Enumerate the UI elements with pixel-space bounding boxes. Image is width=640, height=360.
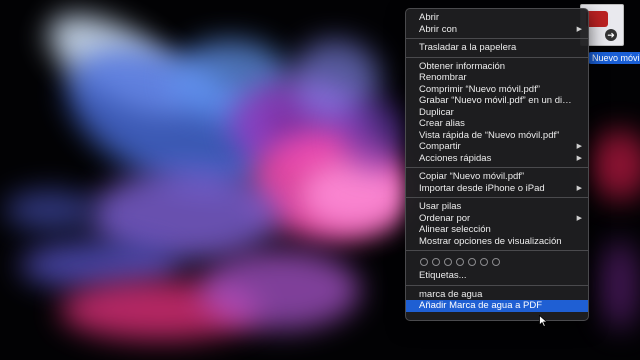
menu-item-label: Obtener información [419, 60, 506, 72]
submenu-arrow-icon: ▶ [576, 214, 582, 222]
menu-item-label: Compartir [419, 141, 461, 152]
menu-item-label: Ordenar por [419, 212, 471, 224]
menu-item-copiar-nuevo-movil-pdf[interactable]: Copiar “Nuevo móvil.pdf” [406, 171, 588, 183]
submenu-arrow-icon: ▶ [576, 154, 582, 162]
menu-separator [406, 56, 588, 58]
tag-circle-icon[interactable] [492, 258, 500, 266]
menu-separator [406, 197, 588, 198]
menu-item-label: Alinear selección [419, 224, 491, 235]
menu-item-renombrar[interactable]: Renombrar [406, 72, 588, 84]
menu-item-label: marca de agua [419, 288, 483, 300]
menu-item-label: Añadir Marca de agua a PDF [419, 300, 543, 311]
menu-item-label: Grabar “Nuevo móvil.pdf” en un disco... [419, 95, 585, 106]
menu-item-label: Copiar “Nuevo móvil.pdf” [419, 171, 525, 182]
submenu-arrow-icon: ▶ [576, 143, 582, 150]
submenu-arrow-icon: ▶ [576, 184, 582, 192]
menu-item-comprimir-nuevo-movil-pdf[interactable]: Comprimir “Nuevo móvil.pdf” [406, 84, 588, 96]
tag-circle-icon[interactable] [444, 258, 452, 266]
menu-item-label: Importar desde iPhone o iPad [419, 182, 545, 194]
menu-item-acciones-rapidas[interactable]: Acciones rápidas ▶ [406, 153, 588, 165]
menu-item-label: Renombrar [419, 72, 467, 83]
menu-item-label: Crear alias [419, 118, 465, 129]
arrow-icon: ➜ [605, 29, 617, 41]
menu-item-label: Acciones rápidas [419, 152, 492, 164]
menu-item-abrir-con[interactable]: Abrir con ▶ [406, 24, 588, 36]
menu-item-label: Abrir [419, 12, 440, 23]
menu-separator [406, 167, 588, 168]
phone-image [586, 11, 608, 27]
menu-item-crear-alias[interactable]: Crear alias [406, 118, 588, 130]
menu-item-label: Abrir con [419, 23, 458, 35]
menu-item-ordenar-por[interactable]: Ordenar por ▶ [406, 213, 588, 225]
menu-item-trasladar-a-la-papelera[interactable]: Trasladar a la papelera [406, 42, 588, 54]
menu-item-label: Usar pilas [419, 201, 462, 212]
menu-item-vista-rapida-de-nuevo-movil-pdf[interactable]: Vista rápida de “Nuevo móvil.pdf” [406, 130, 588, 142]
context-menu: Abrir Abrir con ▶ Trasladar a la papelera Ob… [405, 8, 589, 321]
menu-separator [406, 284, 588, 286]
menu-item-label: Vista rápida de “Nuevo móvil.pdf” [419, 129, 560, 141]
menu-item-compartir[interactable]: Compartir ▶ [406, 141, 588, 153]
tag-circle-icon[interactable] [432, 258, 440, 266]
tag-circle-icon[interactable] [456, 258, 464, 266]
menu-item-abrir[interactable]: Abrir [406, 12, 588, 24]
menu-item-label: Trasladar a la papelera [419, 42, 517, 53]
menu-item-marca-de-agua[interactable]: marca de agua [406, 289, 588, 301]
menu-item-usar-pilas[interactable]: Usar pilas [406, 201, 588, 213]
menu-item-label: Duplicar [419, 106, 454, 118]
tag-colors-row [406, 254, 588, 270]
mouse-cursor-icon [539, 315, 548, 327]
tag-circle-icon[interactable] [468, 258, 476, 266]
menu-item-label: Comprimir “Nuevo móvil.pdf” [419, 83, 540, 95]
menu-item-alinear-seleccion[interactable]: Alinear selección [406, 224, 588, 236]
menu-separator [406, 38, 588, 39]
menu-item-importar-desde-iphone-o-ipad[interactable]: Importar desde iPhone o iPad ▶ [406, 183, 588, 195]
tag-circle-icon[interactable] [420, 258, 428, 266]
menu-separator [406, 250, 588, 251]
menu-item-duplicar[interactable]: Duplicar [406, 107, 588, 119]
menu-item-grabar-nuevo-movil-pdf-en-un-disco[interactable]: Grabar “Nuevo móvil.pdf” en un disco... [406, 95, 588, 107]
file-name-label: Nuevo móvil.pdf [588, 52, 640, 64]
tag-circle-icon[interactable] [480, 258, 488, 266]
menu-item-etiquetas[interactable]: Etiquetas... [406, 270, 588, 282]
menu-item-mostrar-opciones-de-visualizacion[interactable]: Mostrar opciones de visualización [406, 236, 588, 248]
submenu-arrow-icon: ▶ [576, 25, 582, 33]
menu-item-anadir-marca-de-agua-a-pdf[interactable]: Añadir Marca de agua a PDF [406, 300, 588, 312]
menu-item-obtener-informacion[interactable]: Obtener información [406, 61, 588, 73]
menu-item-label: Mostrar opciones de visualización [419, 235, 562, 247]
